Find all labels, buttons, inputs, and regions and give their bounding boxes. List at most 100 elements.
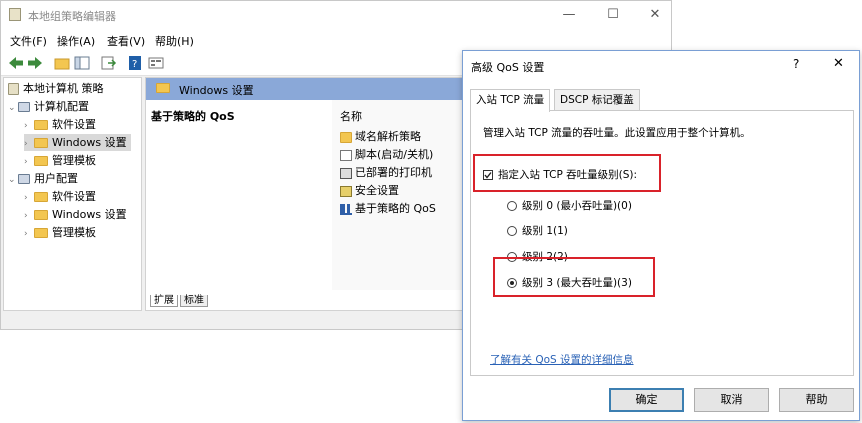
- tree-item-user-admin-templates[interactable]: › 管理模板: [24, 224, 96, 241]
- radio-label: 级别 0 (最小吞吐量)(0): [522, 200, 632, 212]
- checkbox-label: 指定入站 TCP 吞吐量级别(S):: [498, 169, 638, 181]
- policy-icon: [8, 83, 19, 95]
- tab-inbound-tcp[interactable]: 入站 TCP 流量: [470, 89, 551, 112]
- computer-icon: [18, 102, 30, 112]
- list-item[interactable]: 基于策略的 QoS: [340, 200, 436, 218]
- details-pane: Windows 设置 基于策略的 QoS 名称 域名解析策略 脚本(启动/关机)…: [145, 77, 470, 311]
- radio-label: 级别 1(1): [522, 225, 568, 237]
- list-item-label: 安全设置: [355, 184, 399, 197]
- folder-icon: [34, 156, 48, 166]
- window-title: 本地组策略编辑器: [28, 10, 116, 23]
- tab-standard[interactable]: 标准: [180, 295, 208, 307]
- forward-arrow-icon[interactable]: [26, 54, 44, 72]
- folder-icon: [156, 83, 170, 93]
- console-tree: 本地计算机 策略 ⌄ 计算机配置 › 软件设置 › Windows 设置 › 管理模板 …: [3, 77, 142, 311]
- tree-item-label: 软件设置: [52, 118, 96, 131]
- dialog-title: 高级 QoS 设置: [471, 61, 545, 74]
- show-hide-tree-icon[interactable]: [73, 54, 91, 72]
- chevron-right-icon[interactable]: ›: [24, 190, 34, 207]
- qos-help-link[interactable]: 了解有关 QoS 设置的详细信息: [490, 352, 634, 367]
- help-button[interactable]: 帮助: [779, 388, 854, 412]
- minimize-button[interactable]: —: [557, 5, 581, 25]
- folder-icon: [34, 228, 48, 238]
- tree-user-config[interactable]: ⌄ 用户配置: [8, 170, 78, 187]
- throughput-checkbox[interactable]: 指定入站 TCP 吞吐量级别(S):: [483, 167, 637, 182]
- ok-button[interactable]: 确定: [609, 388, 684, 412]
- tree-root-label: 本地计算机 策略: [23, 82, 104, 95]
- folder-icon: [34, 192, 48, 202]
- export-list-icon[interactable]: [99, 54, 117, 72]
- tree-item-label: 管理模板: [52, 226, 96, 239]
- printer-icon: [340, 167, 352, 179]
- qos-chart-icon: [340, 203, 352, 215]
- svg-text:?: ?: [132, 59, 137, 70]
- view-tabs: 扩展 标准: [150, 291, 208, 307]
- tree-item-windows-settings[interactable]: › Windows 设置: [24, 134, 131, 151]
- tree-root[interactable]: 本地计算机 策略: [8, 80, 104, 97]
- folder-icon: [34, 210, 48, 220]
- chevron-down-icon[interactable]: ⌄: [8, 172, 18, 189]
- list-item-label: 脚本(启动/关机): [355, 148, 434, 161]
- list-item-label: 已部署的打印机: [355, 166, 432, 179]
- radio-icon[interactable]: [507, 201, 517, 211]
- tree-item-admin-templates[interactable]: › 管理模板: [24, 152, 96, 169]
- list-item-label: 基于策略的 QoS: [355, 202, 436, 215]
- radio-selected-icon[interactable]: [507, 278, 517, 288]
- radio-level-0[interactable]: 级别 0 (最小吞吐量)(0): [507, 198, 632, 213]
- maximize-button[interactable]: ☐: [601, 5, 625, 25]
- help-icon[interactable]: ?: [126, 54, 144, 72]
- chevron-right-icon[interactable]: ›: [24, 154, 34, 171]
- chevron-down-icon[interactable]: ⌄: [8, 100, 18, 117]
- tree-item-software-settings[interactable]: › 软件设置: [24, 116, 96, 133]
- cancel-button[interactable]: 取消: [694, 388, 769, 412]
- dialog-close-button[interactable]: ✕: [833, 56, 844, 71]
- back-arrow-icon[interactable]: [7, 54, 25, 72]
- list-item[interactable]: 安全设置: [340, 182, 399, 200]
- selected-item-title: 基于策略的 QoS: [151, 110, 235, 123]
- radio-level-1[interactable]: 级别 1(1): [507, 223, 568, 238]
- description-text: 管理入站 TCP 流量的吞吐量。此设置应用于整个计算机。: [483, 127, 751, 139]
- menu-action[interactable]: 操作(A): [57, 33, 95, 49]
- tab-dscp-override[interactable]: DSCP 标记覆盖: [554, 89, 640, 110]
- menu-bar: 文件(F) 操作(A) 查看(V) 帮助(H): [1, 29, 671, 51]
- radio-icon[interactable]: [507, 226, 517, 236]
- tree-user-label: 用户配置: [34, 172, 78, 185]
- chevron-right-icon[interactable]: ›: [24, 136, 34, 153]
- list-item[interactable]: 已部署的打印机: [340, 164, 432, 182]
- menu-file[interactable]: 文件(F): [10, 33, 47, 49]
- close-button[interactable]: ✕: [643, 5, 667, 25]
- folder-icon: [34, 138, 48, 148]
- title-bar: 本地组策略编辑器 — ☐ ✕: [1, 1, 671, 29]
- tree-item-user-software-settings[interactable]: › 软件设置: [24, 188, 96, 205]
- radio-level-3[interactable]: 级别 3 (最大吞吐量)(3): [507, 275, 632, 290]
- tree-item-user-windows-settings[interactable]: › Windows 设置: [24, 206, 127, 223]
- tree-item-label: 管理模板: [52, 154, 96, 167]
- radio-label: 级别 3 (最大吞吐量)(3): [522, 277, 632, 289]
- script-icon: [340, 149, 352, 161]
- column-header-name[interactable]: 名称: [340, 108, 362, 126]
- list-item-label: 域名解析策略: [355, 130, 421, 143]
- items-list: 名称 域名解析策略 脚本(启动/关机) 已部署的打印机 安全设置 基于策略的 Q…: [332, 100, 470, 290]
- tab-extended[interactable]: 扩展: [150, 295, 178, 307]
- menu-view[interactable]: 查看(V): [107, 33, 145, 49]
- tab-panel: 管理入站 TCP 流量的吞吐量。此设置应用于整个计算机。 指定入站 TCP 吞吐…: [470, 110, 854, 376]
- list-item[interactable]: 脚本(启动/关机): [340, 146, 433, 164]
- chevron-right-icon[interactable]: ›: [24, 226, 34, 243]
- list-item[interactable]: 域名解析策略: [340, 128, 421, 146]
- checkbox-icon[interactable]: [483, 170, 493, 180]
- security-shield-icon: [340, 185, 352, 197]
- tree-computer-config[interactable]: ⌄ 计算机配置: [8, 98, 89, 115]
- tree-computer-label: 计算机配置: [34, 100, 89, 113]
- up-folder-icon[interactable]: [53, 54, 71, 72]
- properties-icon[interactable]: [147, 54, 165, 72]
- chevron-right-icon[interactable]: ›: [24, 118, 34, 135]
- user-icon: [18, 174, 30, 184]
- dialog-tabs: 入站 TCP 流量 DSCP 标记覆盖: [470, 89, 852, 112]
- tree-item-label: Windows 设置: [52, 136, 127, 149]
- chevron-right-icon[interactable]: ›: [24, 208, 34, 225]
- dialog-help-button[interactable]: ?: [793, 57, 799, 71]
- menu-help[interactable]: 帮助(H): [155, 33, 194, 49]
- tree-item-label: Windows 设置: [52, 208, 127, 221]
- details-header-title: Windows 设置: [179, 84, 254, 97]
- advanced-qos-dialog: 高级 QoS 设置 ? ✕ 入站 TCP 流量 DSCP 标记覆盖 管理入站 T…: [462, 50, 860, 421]
